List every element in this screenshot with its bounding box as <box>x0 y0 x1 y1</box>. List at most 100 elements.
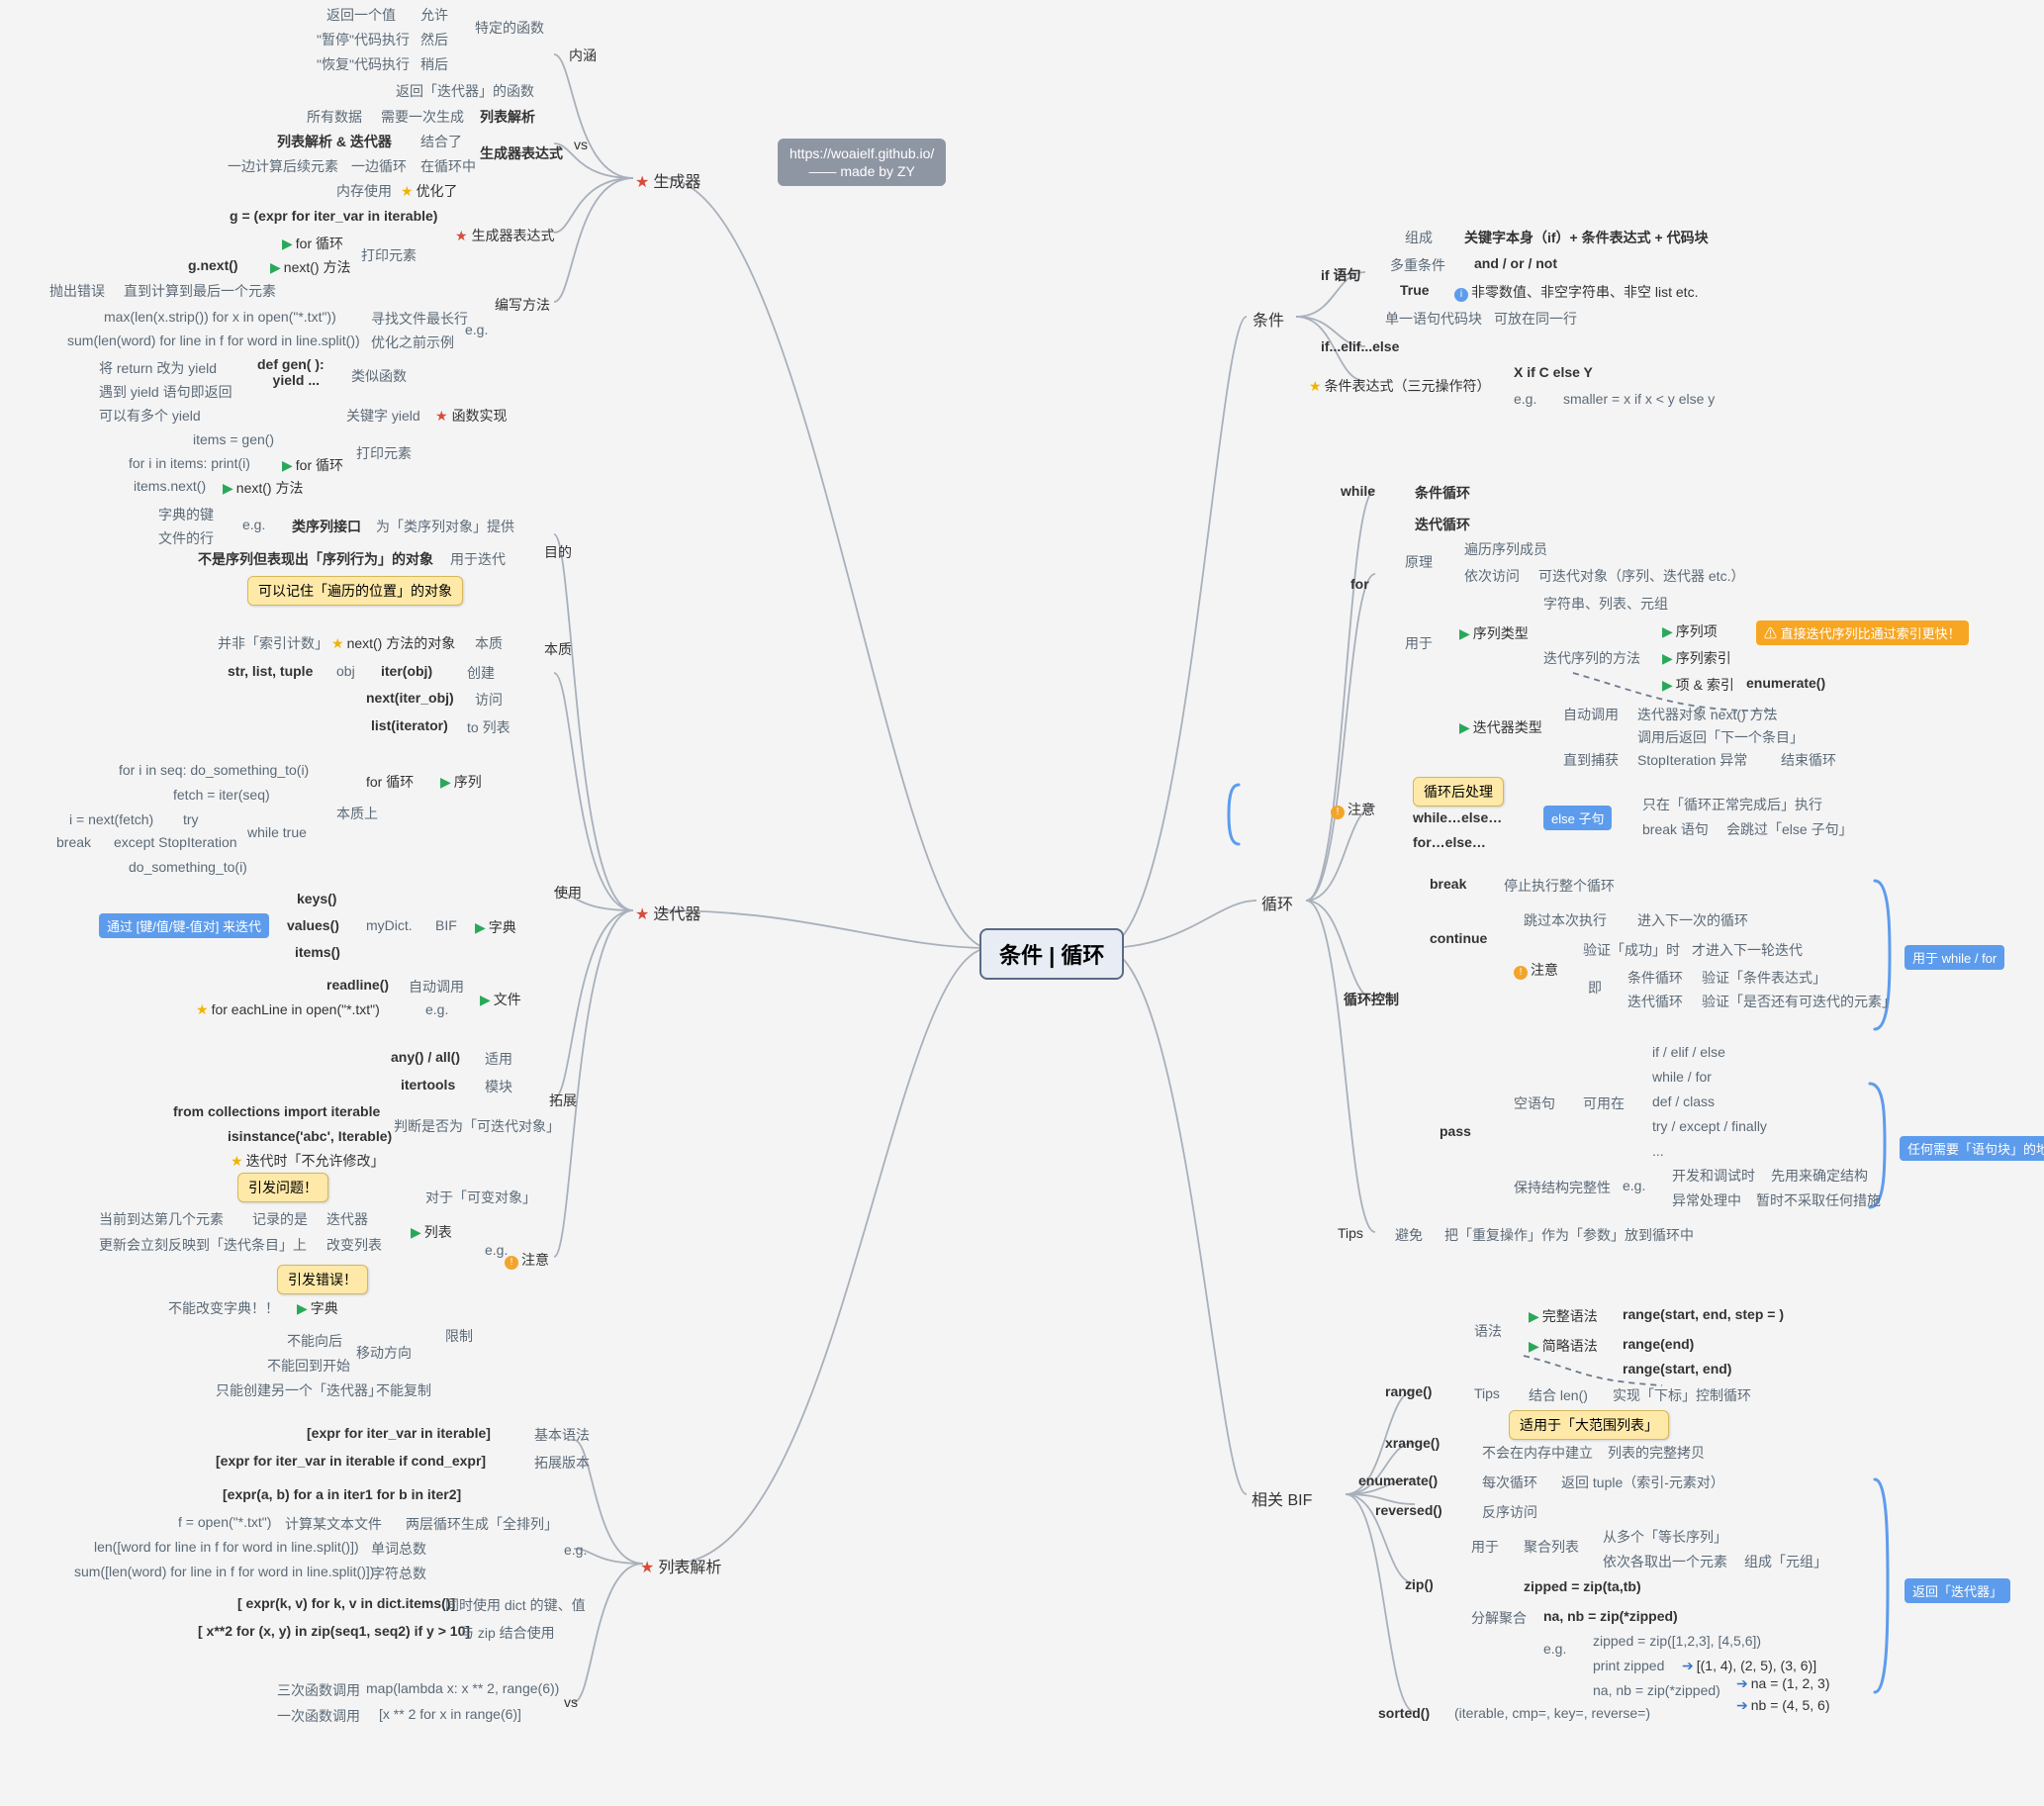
bif-zip[interactable]: zip() <box>1405 1576 1434 1592</box>
it-use[interactable]: 使用 <box>554 883 582 903</box>
label: 迭代器 <box>653 906 700 923</box>
cond-ce[interactable]: ★条件表达式（三元操作符） <box>1309 376 1491 396</box>
file-r: readline() <box>326 977 389 993</box>
ext2b: 模块 <box>485 1077 512 1096</box>
lp-pass3c: 开发和调试时 <box>1672 1166 1755 1186</box>
it-ext[interactable]: 拓展 <box>549 1091 577 1110</box>
bif-range[interactable]: range() <box>1385 1383 1432 1399</box>
sec-listcomp[interactable]: ★列表解析 <box>640 1554 721 1577</box>
p-eg2: 文件的行 <box>158 528 214 548</box>
label: 优化了 <box>417 183 458 199</box>
it-caution[interactable]: !注意 <box>505 1250 549 1270</box>
bif-xrange[interactable]: xrange() <box>1385 1435 1440 1451</box>
ext3c: 判断是否为「可迭代对象」 <box>394 1116 560 1136</box>
cond-ife[interactable]: if...elif...else <box>1321 338 1399 354</box>
cau-c1: 引发问题！ <box>237 1173 328 1202</box>
lc-n4b: 字符总数 <box>371 1564 426 1583</box>
label: 生成器表达式 <box>472 228 555 243</box>
lp-pass2b: while / for <box>1652 1069 1712 1085</box>
gen-write[interactable]: 编写方法 <box>495 295 550 315</box>
dv: values() <box>287 917 339 933</box>
e4b: to 列表 <box>467 717 511 737</box>
en2: 返回 tuple（索引-元素对） <box>1561 1473 1724 1492</box>
lp-pass3e: 异常处理中 <box>1672 1190 1741 1210</box>
gen-r3a: "恢复"代码执行 <box>317 54 410 74</box>
file-a: 自动调用 <box>409 977 464 997</box>
gen-r2b: 然后 <box>420 30 448 49</box>
cau-list: ▶列表 <box>411 1222 452 1242</box>
lp-for[interactable]: for <box>1350 576 1369 592</box>
label: 序列项 <box>1676 623 1718 639</box>
x2: 列表的完整拷贝 <box>1608 1443 1705 1463</box>
sec-generator[interactable]: ★生成器 <box>635 168 700 192</box>
sec-condition[interactable]: 条件 <box>1253 307 1284 331</box>
gen-expr-branch[interactable]: ★生成器表达式 <box>455 226 555 245</box>
flag-icon: ▶ <box>1529 1338 1539 1354</box>
lp-pass3f: 暂时不采取任何措施 <box>1756 1190 1881 1210</box>
vs4a: 内存使用 <box>336 181 392 201</box>
lp-we3: break 语句 <box>1642 819 1709 839</box>
gen-r2c: 特定的函数 <box>475 18 544 38</box>
gen-vs[interactable]: vs <box>574 137 588 152</box>
label: 列表解析 <box>658 1560 721 1576</box>
lc-s2: [expr for iter_var in iterable if cond_e… <box>216 1453 486 1469</box>
sec-loop[interactable]: 循环 <box>1261 891 1293 914</box>
r3b: 实现「下标」控制循环 <box>1613 1385 1751 1405</box>
lp-whileb: 条件循环 <box>1415 483 1470 503</box>
e2a: str, list, tuple <box>228 663 313 679</box>
lp-pr: 原理 <box>1405 552 1433 572</box>
bif-rev[interactable]: reversed() <box>1375 1502 1442 1518</box>
root-node[interactable]: 条件 | 循环 <box>979 928 1124 980</box>
c3b: i非零数值、非空字符串、非空 list etc. <box>1454 282 1698 302</box>
lp-uf1b: 字符串、列表、元组 <box>1543 594 1668 614</box>
bif-sorted[interactable]: sorted() <box>1378 1705 1430 1721</box>
lp-ctrl[interactable]: 循环控制 <box>1344 990 1399 1009</box>
zu: 用于 <box>1471 1537 1499 1557</box>
dd: ▶字典 <box>475 917 516 937</box>
it-essence[interactable]: 本质 <box>544 639 572 659</box>
eg1a: max(len(x.strip()) for x in open("*.txt"… <box>104 309 336 325</box>
usfor: for 循环 <box>366 772 414 792</box>
gen-inner[interactable]: 内涵 <box>569 46 597 65</box>
flag-icon: ▶ <box>1529 1308 1539 1324</box>
lp-pr1: 遍历序列成员 <box>1464 539 1547 559</box>
z4b: ➔na = (1, 2, 3) <box>1736 1675 1830 1692</box>
p1b: 为「类序列对象」提供 <box>376 517 514 536</box>
label: for 循环 <box>296 236 343 251</box>
ext1b: 适用 <box>485 1049 512 1069</box>
lp-pr2b: 可迭代对象（序列、迭代器 etc.） <box>1538 566 1744 586</box>
zu4: 组成「元组」 <box>1744 1552 1827 1571</box>
vs3c: 在循环中 <box>420 156 476 176</box>
ce2b: smaller = x if x < y else y <box>1563 391 1715 407</box>
cau-mut: 对于「可变对象」 <box>425 1188 536 1207</box>
star-icon: ★ <box>635 906 649 923</box>
sec-bif[interactable]: 相关 BIF <box>1252 1486 1312 1510</box>
us4a: break <box>56 834 91 850</box>
star-icon: ★ <box>435 408 448 424</box>
lp-uf2d: 迭代序列的方法 <box>1543 648 1640 668</box>
warn-icon: ⚠ <box>1764 626 1781 641</box>
r2a: ▶简略语法 <box>1529 1336 1598 1356</box>
cau-c1b: ★迭代时「不允许修改」 <box>231 1151 385 1171</box>
file-eg: e.g. <box>425 1001 448 1017</box>
label: 简略语法 <box>1542 1338 1598 1354</box>
x1: 不会在内存中建立 <box>1482 1443 1593 1463</box>
c3a: True <box>1400 282 1430 298</box>
lp-fe: for…else… <box>1413 834 1486 850</box>
gen-r4: 返回「迭代器」的函数 <box>396 81 534 101</box>
usforflag: ▶序列 <box>440 772 482 792</box>
vs2b: 结合了 <box>420 132 462 151</box>
z4c: ➔nb = (4, 5, 6) <box>1736 1697 1830 1714</box>
it-purpose[interactable]: 目的 <box>544 542 572 562</box>
bif-enum[interactable]: enumerate() <box>1358 1473 1438 1488</box>
cond-if[interactable]: if 语句 <box>1321 265 1360 285</box>
sec-iterator[interactable]: ★迭代器 <box>635 901 700 924</box>
p2: 不是序列但表现出「序列行为」的对象 <box>198 549 433 569</box>
lp-brkb: 停止执行整个循环 <box>1504 876 1615 896</box>
label: 文件 <box>494 992 521 1007</box>
lp-while[interactable]: while <box>1341 483 1375 499</box>
ext1: any() / all() <box>391 1049 460 1065</box>
e1c: 本质 <box>475 633 503 653</box>
z1: zipped = zip(ta,tb) <box>1524 1578 1641 1594</box>
c1b: 关键字本身（if）+ 条件表达式 + 代码块 <box>1464 228 1709 247</box>
